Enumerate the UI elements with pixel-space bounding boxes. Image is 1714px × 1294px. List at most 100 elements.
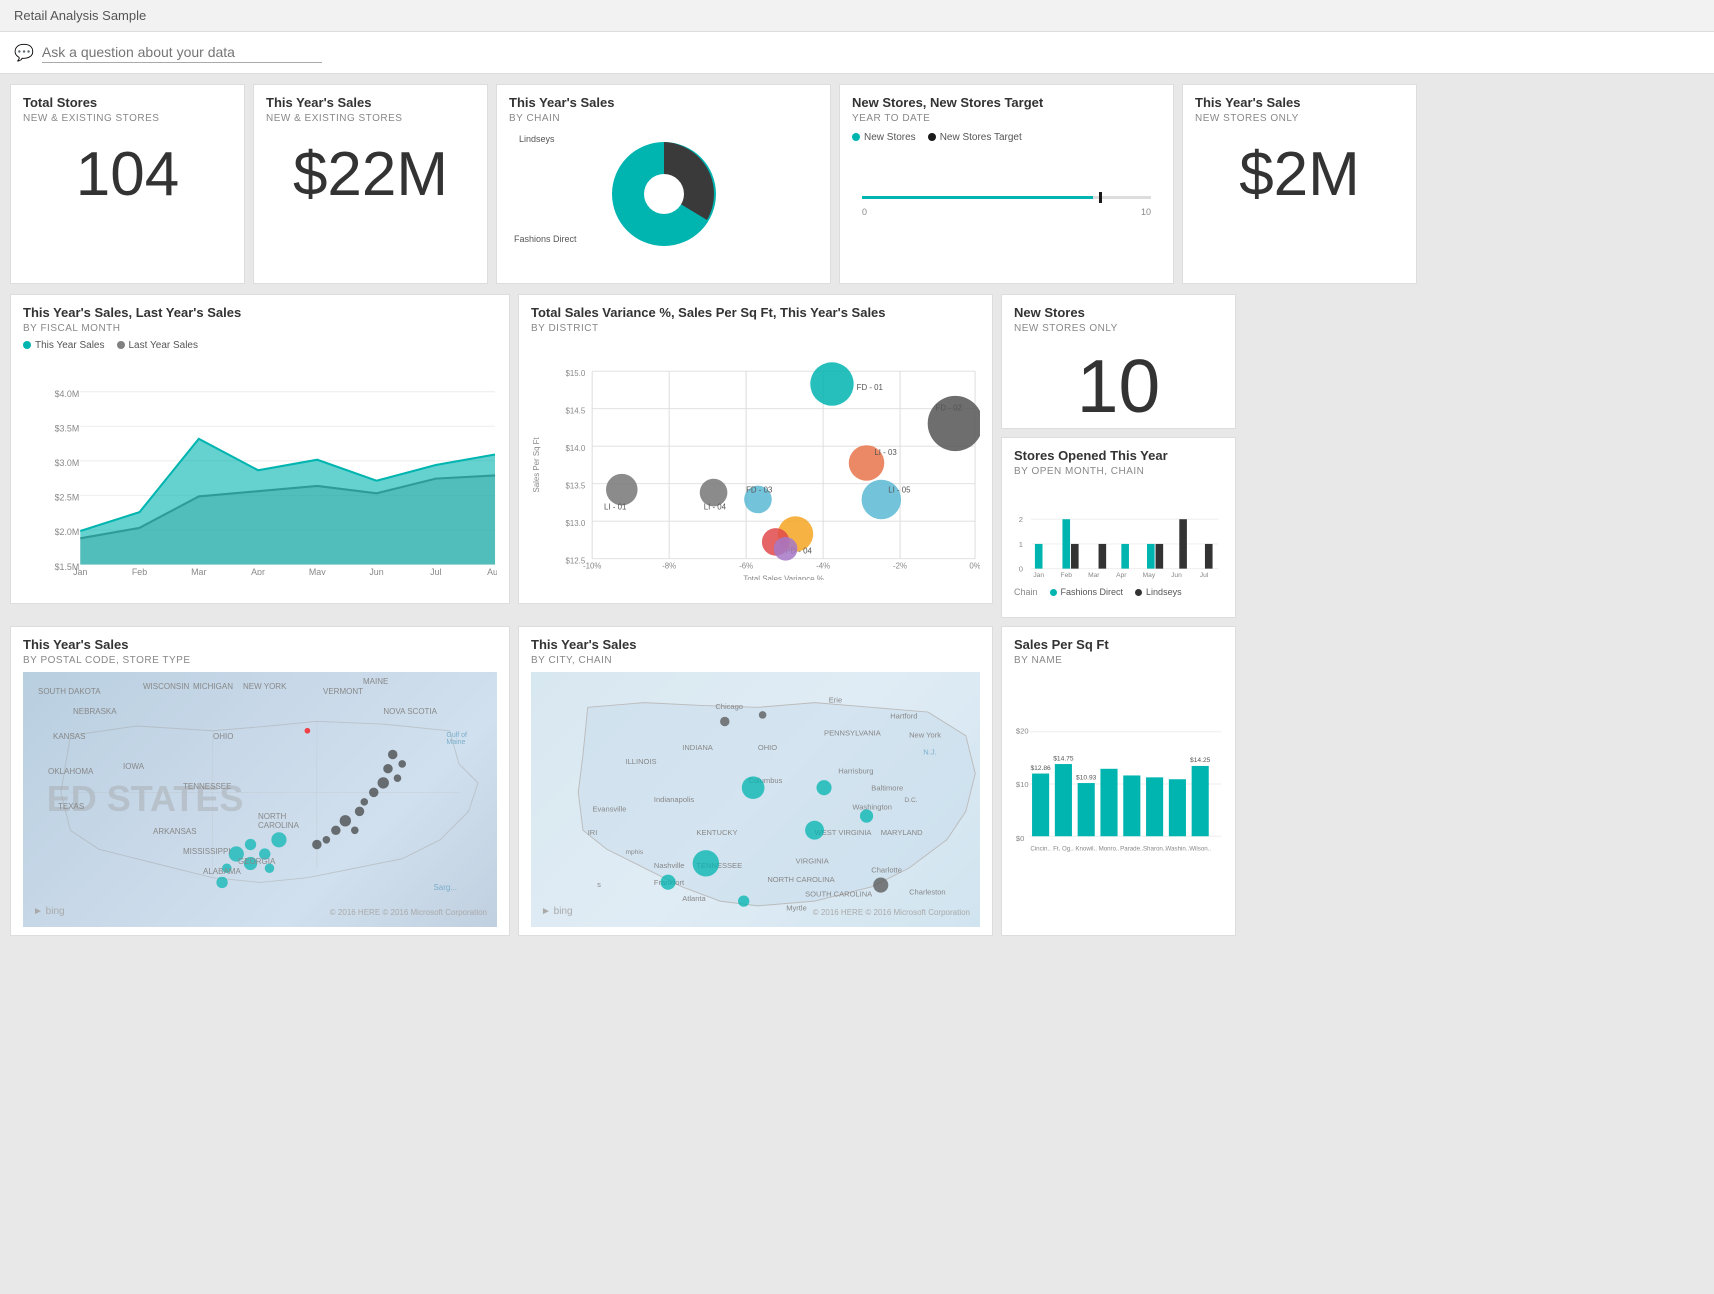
- sales-new-existing-value: $22M: [266, 124, 475, 216]
- bullet-target-line: [1099, 192, 1102, 203]
- svg-text:$14.5: $14.5: [566, 406, 586, 415]
- svg-text:D.C.: D.C.: [904, 797, 917, 804]
- svg-text:$14.25: $14.25: [1190, 757, 1211, 764]
- svg-text:Sales Per Sq Ft: Sales Per Sq Ft: [532, 436, 541, 492]
- svg-text:FD - 01: FD - 01: [857, 383, 883, 392]
- qa-bar: 💬: [0, 32, 1714, 74]
- svg-text:Mar: Mar: [1088, 572, 1100, 579]
- new-stores-count-title: New Stores: [1014, 305, 1223, 321]
- card-map-us: This Year's Sales BY POSTAL CODE, STORE …: [10, 626, 510, 936]
- svg-text:-8%: -8%: [662, 561, 676, 570]
- map-us-subtitle: BY POSTAL CODE, STORE TYPE: [23, 655, 497, 666]
- svg-text:Apr: Apr: [251, 566, 265, 574]
- state-mississippi: MISSISSIPPI: [183, 847, 231, 856]
- sales-sqft-subtitle: BY NAME: [1014, 655, 1223, 666]
- svg-text:Indianapolis: Indianapolis: [654, 795, 695, 804]
- pie-label-lindseys: Lindseys: [519, 134, 555, 144]
- pie-label-fashions: Fashions Direct: [514, 234, 577, 244]
- svg-text:Charleston: Charleston: [909, 887, 946, 896]
- svg-text:Harrisburg: Harrisburg: [838, 766, 873, 775]
- legend-fashions: Fashions Direct: [1050, 587, 1124, 597]
- state-vermont: VERMONT: [323, 687, 363, 696]
- state-nc: NORTHCAROLINA: [258, 812, 299, 830]
- svg-text:$14.75: $14.75: [1053, 755, 1074, 762]
- svg-text:Nashville: Nashville: [654, 861, 685, 870]
- svg-text:-10%: -10%: [583, 561, 601, 570]
- new-stores-label: New Stores: [864, 132, 916, 143]
- total-stores-title: Total Stores: [23, 95, 232, 111]
- svg-text:$10: $10: [1016, 780, 1029, 789]
- svg-text:Washington: Washington: [852, 802, 892, 811]
- sales-sqft-title: Sales Per Sq Ft: [1014, 637, 1223, 653]
- svg-text:$2.0M: $2.0M: [55, 527, 80, 537]
- svg-text:$10.93: $10.93: [1076, 774, 1097, 781]
- sales-new-existing-subtitle: NEW & EXISTING STORES: [266, 113, 475, 124]
- state-new-york: NEW YORK: [243, 682, 286, 691]
- area-chart-container: $1.5M $2.0M $2.5M $3.0M $3.5M $4.0M: [23, 355, 497, 575]
- svg-text:MARYLAND: MARYLAND: [881, 828, 923, 837]
- target-label: New Stores Target: [940, 132, 1022, 143]
- bullet-bar-container: [862, 173, 1151, 203]
- sales-new-existing-title: This Year's Sales: [266, 95, 475, 111]
- state-south-dakota: SOUTH DAKOTA: [38, 687, 101, 696]
- app-title: Retail Analysis Sample: [14, 8, 146, 23]
- sales-new-only-title: This Year's Sales: [1195, 95, 1404, 111]
- fashions-label: Fashions Direct: [1061, 587, 1124, 597]
- svg-text:Cincin..: Cincin..: [1030, 845, 1051, 852]
- card-sales-by-chain: This Year's Sales BY CHAIN Lindseys Fash…: [496, 84, 831, 284]
- new-stores-target-subtitle: YEAR TO DATE: [852, 113, 1161, 124]
- sales-by-chain-title: This Year's Sales: [509, 95, 818, 111]
- svg-text:Erie: Erie: [829, 695, 842, 704]
- legend-item-new-stores: New Stores: [852, 132, 916, 143]
- total-stores-subtitle: NEW & EXISTING STORES: [23, 113, 232, 124]
- area-legend: This Year Sales Last Year Sales: [23, 340, 497, 351]
- state-michigan: MICHIGAN: [193, 682, 233, 691]
- state-wisconsin: WISCONSIN: [143, 682, 189, 691]
- map-us-container: ► bing © 2016 HERE © 2016 Microsoft Corp…: [23, 672, 497, 927]
- last-year-dot: [117, 341, 125, 349]
- bullet-axis-10: 10: [1141, 207, 1151, 217]
- svg-text:Aug: Aug: [487, 566, 497, 574]
- svg-text:N.J.: N.J.: [923, 747, 936, 756]
- card-total-stores: Total Stores NEW & EXISTING STORES 104: [10, 84, 245, 284]
- bullet-teal-bar: [862, 196, 1093, 199]
- sarg-label: Sarg...: [433, 883, 457, 892]
- svg-text:s: s: [597, 880, 601, 889]
- card-new-stores-count: New Stores NEW STORES ONLY 10: [1001, 294, 1236, 429]
- row3-grid: This Year's Sales BY POSTAL CODE, STORE …: [0, 618, 1714, 944]
- svg-text:PENNSYLVANIA: PENNSYLVANIA: [824, 728, 882, 737]
- svg-text:$4.0M: $4.0M: [55, 388, 80, 398]
- svg-text:IRI: IRI: [588, 828, 598, 837]
- map-east-svg: Chicago Erie Hartford New York ILLINOIS …: [531, 672, 980, 927]
- row1-grid: Total Stores NEW & EXISTING STORES 104 T…: [0, 74, 1714, 294]
- svg-text:Jun: Jun: [1171, 572, 1182, 579]
- legend-last-year: Last Year Sales: [117, 340, 199, 351]
- legend-lindseys-bar: Lindseys: [1135, 587, 1182, 597]
- qa-input[interactable]: [42, 42, 322, 63]
- svg-text:mphis: mphis: [626, 849, 644, 856]
- gulf-label: Gulf ofMaine: [446, 732, 467, 746]
- svg-text:Knowil..: Knowil..: [1075, 845, 1097, 852]
- sales-fiscal-title: This Year's Sales, Last Year's Sales: [23, 305, 497, 321]
- svg-text:FD - 02: FD - 02: [936, 403, 962, 412]
- stores-bar-svg: 0 1 2: [1014, 483, 1223, 583]
- svg-text:Apr: Apr: [1116, 572, 1127, 579]
- lindseys-label: Lindseys: [1146, 587, 1182, 597]
- scatter-svg: Sales Per Sq Ft $12.5 $13.0 $13.5 $14.0 …: [531, 340, 980, 580]
- total-stores-value: 104: [23, 124, 232, 216]
- map-east-subtitle: BY CITY, CHAIN: [531, 655, 980, 666]
- state-kansas: KANSAS: [53, 732, 85, 741]
- state-nova-scotia: NOVA SCOTIA: [383, 707, 437, 716]
- sqft-chart-svg: $0 $10 $20 $12.86 $14.75 $10.93: [1014, 674, 1223, 894]
- svg-text:Wilson..: Wilson..: [1189, 845, 1211, 852]
- svg-text:Charlotte: Charlotte: [871, 866, 902, 875]
- sales-by-chain-subtitle: BY CHAIN: [509, 113, 818, 124]
- svg-text:Baltimore: Baltimore: [871, 783, 903, 792]
- svg-text:2: 2: [1019, 515, 1023, 524]
- svg-text:-2%: -2%: [893, 561, 907, 570]
- new-stores-target-title: New Stores, New Stores Target: [852, 95, 1161, 111]
- card-map-east: This Year's Sales BY CITY, CHAIN ► bing …: [518, 626, 993, 936]
- svg-text:LI - 01: LI - 01: [604, 502, 626, 511]
- area-chart-svg: $1.5M $2.0M $2.5M $3.0M $3.5M $4.0M: [23, 355, 497, 575]
- chat-icon: 💬: [14, 43, 34, 63]
